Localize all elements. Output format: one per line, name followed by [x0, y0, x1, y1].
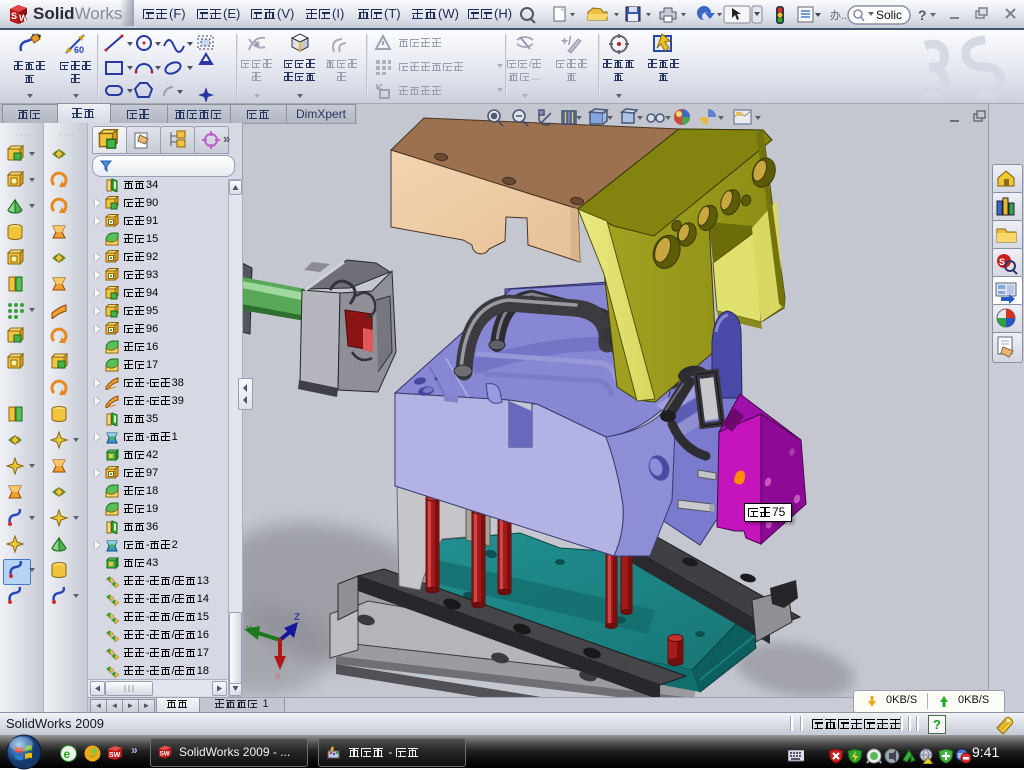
svg-text:X: X — [275, 673, 281, 684]
svg-text:Solic: Solic — [876, 8, 902, 22]
svg-text:Z: Z — [294, 613, 300, 624]
svg-text:!: ! — [932, 760, 933, 765]
svg-text:60: 60 — [74, 45, 84, 55]
svg-text:?: ? — [918, 7, 927, 23]
svg-text:+/: +/ — [561, 34, 572, 48]
svg-text:Y: Y — [246, 625, 252, 636]
svg-text:W: W — [19, 13, 28, 23]
svg-text:办..: 办.. — [830, 9, 847, 22]
svg-text:SW: SW — [160, 751, 170, 758]
svg-text:SW: SW — [109, 752, 121, 759]
svg-text:S: S — [11, 11, 17, 21]
svg-text:e: e — [64, 747, 71, 761]
